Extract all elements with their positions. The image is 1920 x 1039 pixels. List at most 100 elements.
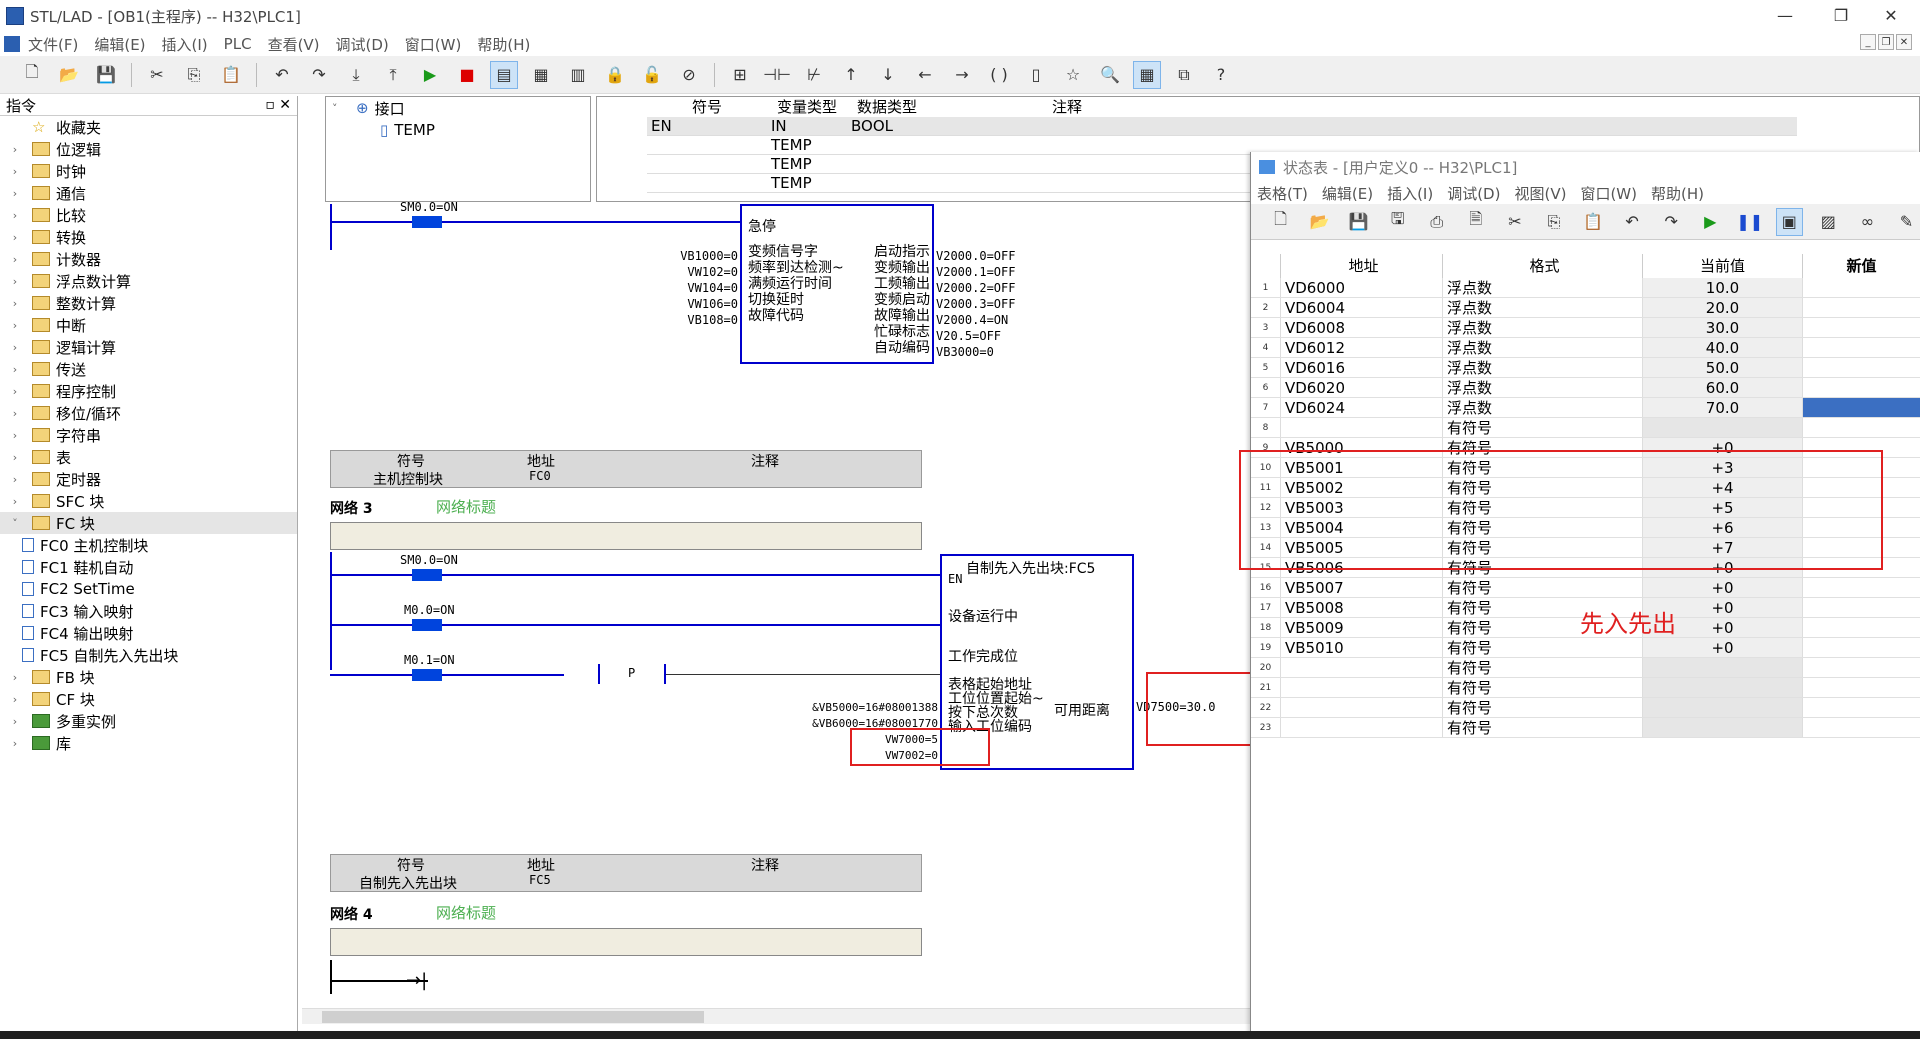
window-icon[interactable]: ⧉: [1170, 61, 1198, 89]
tree-item[interactable]: › 位逻辑: [0, 138, 297, 160]
expand-icon[interactable]: ›: [8, 297, 22, 310]
table-row[interactable]: 4 VD6012 浮点数 40.0: [1251, 338, 1920, 358]
collapse-icon[interactable]: ˅: [332, 102, 346, 115]
network4-label[interactable]: 网络 4: [330, 904, 373, 924]
network3-label[interactable]: 网络 3: [330, 498, 373, 518]
tree-item[interactable]: › 移位/循环: [0, 402, 297, 424]
expand-icon[interactable]: ›: [8, 473, 22, 486]
copy-icon[interactable]: ⎘: [1540, 208, 1567, 236]
paste-icon[interactable]: 📋: [217, 61, 245, 89]
menu-view[interactable]: 查看(V): [268, 34, 320, 55]
menu-edit[interactable]: 编辑(E): [94, 34, 145, 55]
save-icon[interactable]: 💾: [1345, 208, 1372, 236]
cell-new-value[interactable]: [1803, 598, 1920, 617]
expand-icon[interactable]: ›: [8, 737, 22, 750]
mdi-restore-icon[interactable]: ❐: [1878, 34, 1894, 50]
tree-item[interactable]: ☆ 收藏夹: [0, 116, 297, 138]
monitor-icon[interactable]: ▣: [1775, 207, 1803, 236]
contact-sm00[interactable]: [412, 569, 442, 581]
expand-icon[interactable]: ›: [8, 407, 22, 420]
fc0-block[interactable]: 急停 变频信号字 频率到达检测~ 满频运行时间 切换延时 故障代码 启动指示 变频输出 工频…: [740, 204, 934, 364]
expand-icon[interactable]: ›: [8, 209, 22, 222]
network4-comment[interactable]: [330, 928, 922, 956]
copy-icon[interactable]: ⎘: [180, 61, 208, 89]
cut-icon[interactable]: ✂: [1501, 208, 1528, 236]
line-down-icon[interactable]: ↓: [874, 61, 902, 89]
line-right-icon[interactable]: →: [948, 61, 976, 89]
tree-item[interactable]: › SFC 块: [0, 490, 297, 512]
pen-icon[interactable]: ✎: [1893, 208, 1920, 236]
run-icon[interactable]: ▶: [1697, 208, 1724, 236]
tree-item[interactable]: › 传送: [0, 358, 297, 380]
tree-item[interactable]: › 浮点数计算: [0, 270, 297, 292]
tree-item[interactable]: FC1 鞋机自动: [0, 556, 297, 578]
table-row[interactable]: 20 有符号: [1251, 658, 1920, 678]
maximize-icon[interactable]: ❐: [1818, 0, 1864, 30]
horizontal-scrollbar[interactable]: [302, 1008, 1252, 1024]
minimize-icon[interactable]: —: [1762, 0, 1808, 30]
zoom-icon[interactable]: 🔍: [1096, 61, 1124, 89]
close-icon[interactable]: ✕: [1868, 0, 1914, 30]
redo-icon[interactable]: ↷: [305, 61, 333, 89]
mdi-close-icon[interactable]: ✕: [1896, 34, 1912, 50]
contact-icon[interactable]: ⊣⊢: [763, 61, 791, 89]
menu-debug[interactable]: 调试(D): [336, 34, 389, 55]
table-row[interactable]: 21 有符号: [1251, 678, 1920, 698]
table-row[interactable]: 22 有符号: [1251, 698, 1920, 718]
panel-close-icon[interactable]: ▫ ✕: [265, 97, 291, 113]
redo-icon[interactable]: ↷: [1658, 208, 1685, 236]
sw-menu-window[interactable]: 窗口(W): [1580, 183, 1637, 204]
tree-item[interactable]: FC5 自制先入先出块: [0, 644, 297, 666]
tree-item[interactable]: › 程序控制: [0, 380, 297, 402]
cell-new-value[interactable]: [1803, 698, 1920, 717]
tree-item[interactable]: › 转换: [0, 226, 297, 248]
open-icon[interactable]: 📂: [1306, 208, 1333, 236]
menu-plc[interactable]: PLC: [224, 35, 252, 53]
cell-new-value[interactable]: [1803, 578, 1920, 597]
table-row[interactable]: 23 有符号: [1251, 718, 1920, 738]
cell-new-value[interactable]: [1803, 358, 1920, 377]
table-row[interactable]: 2 VD6004 浮点数 20.0: [1251, 298, 1920, 318]
unforce-icon[interactable]: ⊘: [675, 61, 703, 89]
contact-sm00[interactable]: [412, 216, 442, 228]
stop-icon[interactable]: ■: [453, 61, 481, 89]
expand-icon[interactable]: ›: [8, 275, 22, 288]
cell-new-value[interactable]: [1803, 318, 1920, 337]
expand-icon[interactable]: ›: [8, 165, 22, 178]
table-row[interactable]: 5 VD6016 浮点数 50.0: [1251, 358, 1920, 378]
preview-icon[interactable]: 🗎: [1462, 208, 1489, 236]
undo-icon[interactable]: ↶: [268, 61, 296, 89]
tree-item[interactable]: › 时钟: [0, 160, 297, 182]
tree-item[interactable]: › 逻辑计算: [0, 336, 297, 358]
cell-new-value[interactable]: [1803, 718, 1920, 737]
tree-item[interactable]: FC2 SetTime: [0, 578, 297, 600]
box-icon[interactable]: ▯: [1022, 61, 1050, 89]
paste-icon[interactable]: 📋: [1580, 208, 1607, 236]
tree-item[interactable]: FC4 输出映射: [0, 622, 297, 644]
menu-help[interactable]: 帮助(H): [477, 34, 530, 55]
sw-menu-insert[interactable]: 插入(I): [1387, 183, 1433, 204]
sw-menu-edit[interactable]: 编辑(E): [1322, 183, 1373, 204]
interface-temp[interactable]: ▯ TEMP: [326, 119, 590, 141]
cut-icon[interactable]: ✂: [143, 61, 171, 89]
sw-menu-help[interactable]: 帮助(H): [1651, 183, 1704, 204]
ladder-editor[interactable]: SM0.0=ON 急停 变频信号字 频率到达检测~ 满频运行时间 切换延时 故障代码 启…: [302, 200, 1270, 1024]
table-row[interactable]: 19 VB5010 有符号 +0: [1251, 638, 1920, 658]
trend-icon[interactable]: ▨: [1815, 208, 1842, 236]
table-row[interactable]: 8 有符号: [1251, 418, 1920, 438]
expand-icon[interactable]: ›: [8, 253, 22, 266]
table-row[interactable]: 3 VD6008 浮点数 30.0: [1251, 318, 1920, 338]
cell-new-value[interactable]: [1803, 278, 1920, 297]
force-icon[interactable]: ▥: [564, 61, 592, 89]
tree-item[interactable]: › 字符串: [0, 424, 297, 446]
save-all-icon[interactable]: 🖫: [1384, 208, 1411, 236]
new-icon[interactable]: 🗋: [1267, 208, 1294, 236]
tree-item[interactable]: FC3 输入映射: [0, 600, 297, 622]
network3-comment[interactable]: [330, 522, 922, 550]
new-icon[interactable]: 🗋: [18, 61, 46, 89]
upload-icon[interactable]: ⤒: [379, 61, 407, 89]
ncontact-icon[interactable]: ⊬: [800, 61, 828, 89]
glasses-icon[interactable]: ∞: [1854, 208, 1881, 236]
scroll-thumb[interactable]: [322, 1011, 704, 1023]
network4-title[interactable]: 网络标题: [436, 902, 496, 923]
